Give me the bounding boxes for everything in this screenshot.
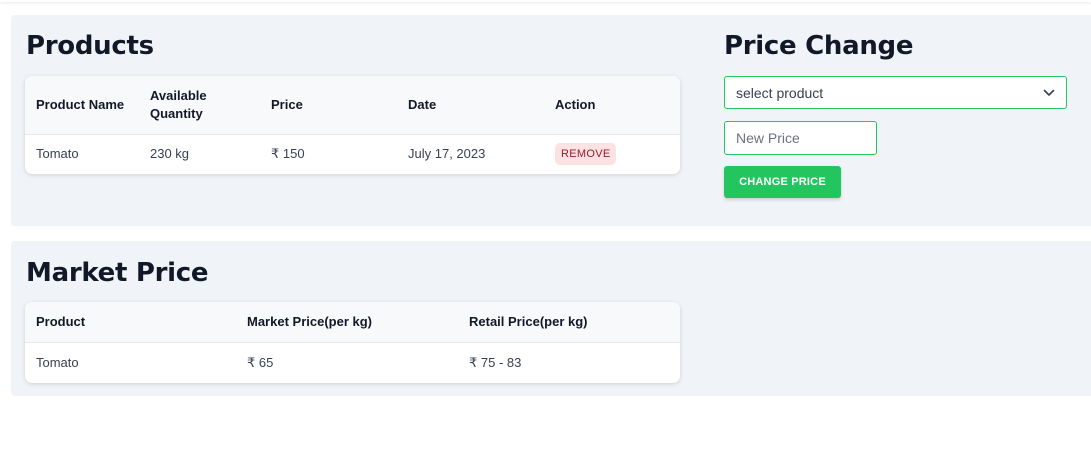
product-select[interactable]: select product: [724, 76, 1067, 109]
cell-product: Tomato: [36, 355, 79, 371]
market-price-table-card: Product Market Price(per kg) Retail Pric…: [25, 302, 680, 383]
chevron-down-icon: [1043, 89, 1055, 96]
remove-button[interactable]: REMOVE: [555, 142, 617, 165]
market-price-title: Market Price: [26, 258, 209, 288]
market-price-table: Product Market Price(per kg) Retail Pric…: [25, 302, 680, 383]
column-header-available-quantity: Available Quantity: [150, 87, 207, 121]
products-table-card: Product Name Available Quantity Price Da…: [25, 76, 680, 174]
price-change-title: Price Change: [724, 31, 914, 61]
products-header-row: Product Name Available Quantity Price Da…: [25, 76, 680, 134]
table-row: Tomato 230 kg ₹ 150 July 17, 2023 REMOVE: [25, 134, 680, 173]
cell-date: July 17, 2023: [408, 146, 486, 162]
table-row: Tomato ₹ 65 ₹ 75 - 83: [25, 342, 680, 383]
column-header-action: Action: [555, 96, 596, 112]
column-header-price: Price: [271, 96, 303, 112]
product-select-value: select product: [736, 85, 824, 101]
top-navbar: [0, 0, 1091, 2]
column-header-product: Product: [36, 313, 86, 329]
market-header-row: Product Market Price(per kg) Retail Pric…: [25, 302, 680, 342]
cell-action: REMOVE: [544, 134, 680, 173]
column-header-market-price: Market Price(per kg): [247, 313, 372, 329]
cell-price: ₹ 150: [271, 145, 305, 161]
column-header-retail-price: Retail Price(per kg): [469, 313, 588, 329]
cell-product-name: Tomato: [36, 146, 79, 162]
column-header-date: Date: [408, 96, 437, 112]
cell-market-price: ₹ 65: [247, 354, 274, 370]
column-header-product-name: Product Name: [36, 96, 125, 112]
products-table: Product Name Available Quantity Price Da…: [25, 76, 680, 173]
change-price-button[interactable]: CHANGE PRICE: [724, 166, 841, 198]
new-price-input[interactable]: [724, 121, 877, 155]
cell-quantity: 230 kg: [150, 146, 190, 162]
cell-retail-price: ₹ 75 - 83: [469, 354, 522, 370]
products-title: Products: [26, 31, 154, 61]
